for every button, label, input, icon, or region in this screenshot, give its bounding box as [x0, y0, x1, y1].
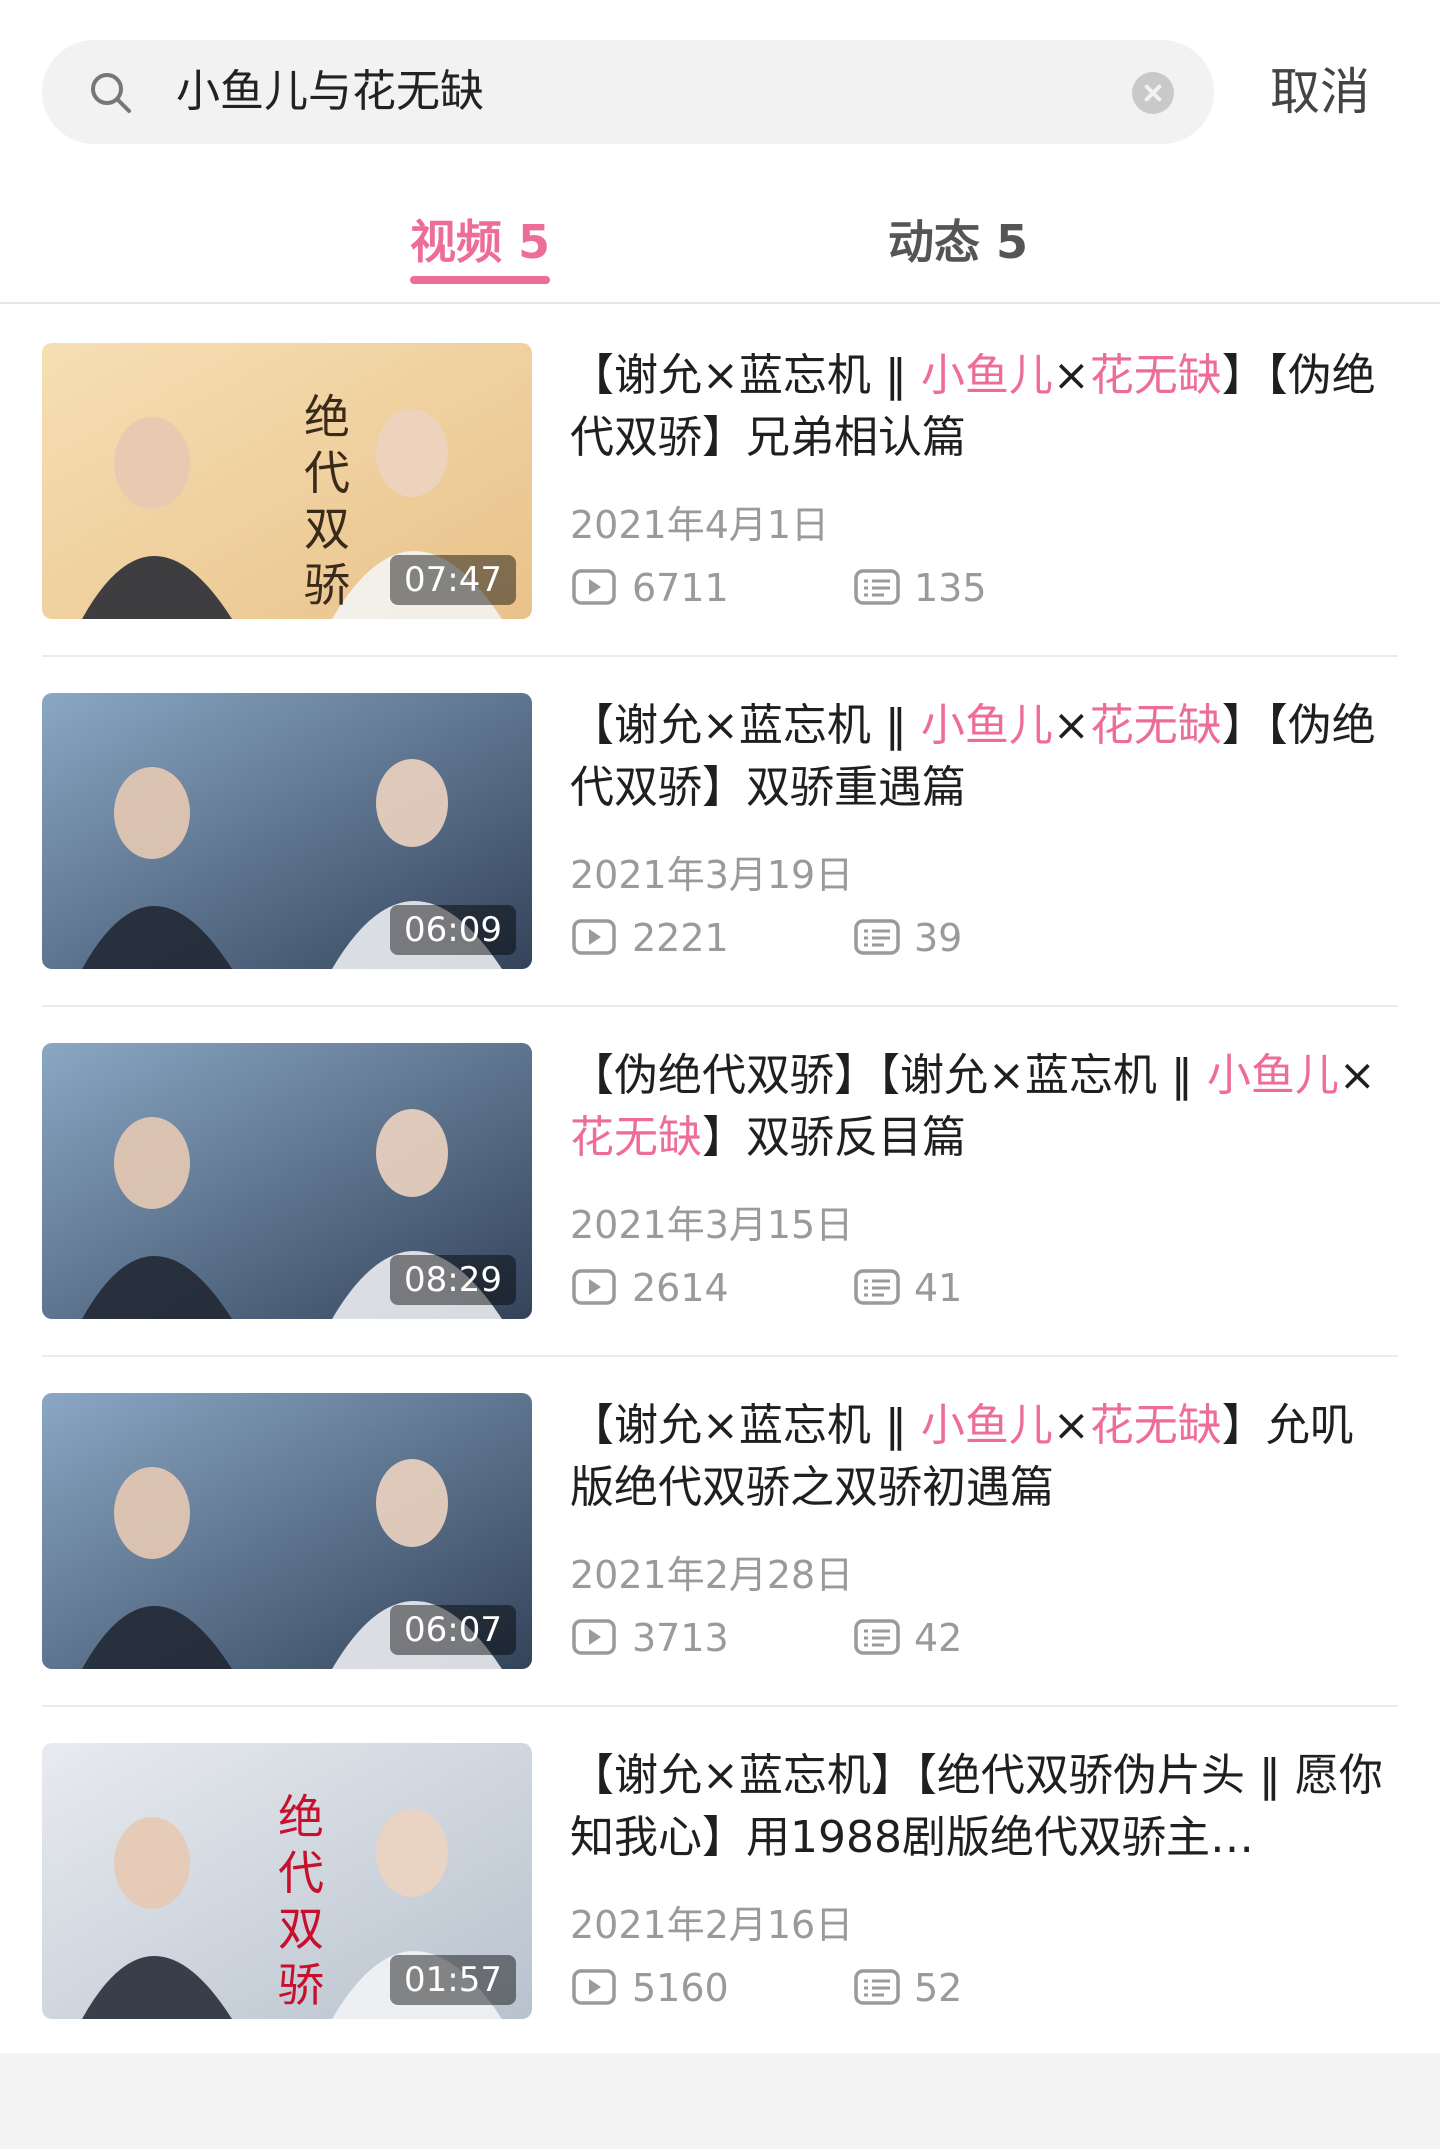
upload-date: 2021年2月28日 — [570, 1553, 854, 1597]
title-text: 【谢允×蓝忘机】【绝代双骄伪片头 ‖ 愿你知我心】用1988剧版绝代双骄主… — [570, 1750, 1383, 1863]
title-highlight: 小鱼儿 — [920, 700, 1053, 751]
upload-date: 2021年3月19日 — [570, 853, 854, 897]
comment-count-icon — [854, 1269, 900, 1305]
title-text: 【谢允×蓝忘机 ‖ — [570, 1400, 921, 1451]
play-count-value: 2614 — [632, 1266, 729, 1310]
title-text: 】双骄反目篇 — [702, 1112, 966, 1163]
title-highlight: 花无缺 — [1089, 1400, 1222, 1451]
play-count-value: 5160 — [632, 1966, 729, 2010]
play-count-value: 2221 — [632, 916, 729, 960]
video-duration: 06:09 — [390, 905, 516, 955]
video-duration: 01:57 — [390, 1955, 516, 2005]
title-text: 【伪绝代双骄】【谢允×蓝忘机 ‖ — [570, 1050, 1207, 1101]
video-duration: 06:07 — [390, 1605, 516, 1655]
title-text: 【谢允×蓝忘机 ‖ — [570, 700, 921, 751]
comment-count-icon — [854, 919, 900, 955]
tab-dynamic[interactable]: 动态 5 — [888, 214, 1028, 270]
video-thumbnail[interactable]: 绝代双骄 07:47 — [42, 343, 532, 619]
play-count-value: 3713 — [632, 1616, 729, 1660]
video-thumbnail[interactable]: 06:07 — [42, 1393, 532, 1669]
title-highlight: 小鱼儿 — [920, 1400, 1053, 1451]
upload-date: 2021年4月1日 — [570, 503, 830, 547]
title-text: 【谢允×蓝忘机 ‖ — [570, 350, 921, 401]
play-count-icon — [572, 569, 616, 605]
upload-date: 2021年3月15日 — [570, 1203, 854, 1247]
video-item[interactable]: 06:09 【谢允×蓝忘机 ‖ 小鱼儿×花无缺】【伪绝代双骄】双骄重遇篇 202… — [0, 693, 1440, 1043]
video-thumbnail[interactable]: 06:09 — [42, 693, 532, 969]
play-count-value: 6711 — [632, 566, 729, 610]
video-item[interactable]: 06:07 【谢允×蓝忘机 ‖ 小鱼儿×花无缺】允叽版绝代双骄之双骄初遇篇 20… — [0, 1393, 1440, 1743]
comment-count-value: 135 — [914, 566, 987, 610]
title-highlight: 花无缺 — [1089, 350, 1222, 401]
search-results-page: 小鱼儿与花无缺 取消 视频 5 动态 5 绝代双骄 07:47 【谢允×蓝忘机 … — [0, 0, 1440, 2149]
tab-divider — [0, 302, 1440, 304]
title-text: × — [1338, 1050, 1376, 1101]
video-title[interactable]: 【谢允×蓝忘机 ‖ 小鱼儿×花无缺】允叽版绝代双骄之双骄初遇篇 — [570, 1395, 1390, 1519]
video-title[interactable]: 【谢允×蓝忘机】【绝代双骄伪片头 ‖ 愿你知我心】用1988剧版绝代双骄主… — [570, 1745, 1390, 1869]
video-title[interactable]: 【谢允×蓝忘机 ‖ 小鱼儿×花无缺】【伪绝代双骄】双骄重遇篇 — [570, 695, 1390, 819]
item-divider — [42, 1355, 1398, 1357]
play-count-icon — [572, 919, 616, 955]
tab-video[interactable]: 视频 5 — [410, 214, 550, 270]
tab-active-indicator — [410, 276, 550, 284]
play-count-icon — [572, 1969, 616, 2005]
item-divider — [42, 655, 1398, 657]
search-icon — [91, 73, 131, 113]
comment-count-value: 52 — [914, 1966, 963, 2010]
upload-date: 2021年2月16日 — [570, 1903, 854, 1947]
comment-count-icon — [854, 1619, 900, 1655]
video-item[interactable]: 08:29 【伪绝代双骄】【谢允×蓝忘机 ‖ 小鱼儿× 花无缺】双骄反目篇 202… — [0, 1043, 1440, 1393]
video-title[interactable]: 【伪绝代双骄】【谢允×蓝忘机 ‖ 小鱼儿× 花无缺】双骄反目篇 — [570, 1045, 1390, 1169]
video-duration: 07:47 — [390, 555, 516, 605]
search-bar[interactable]: 小鱼儿与花无缺 — [42, 40, 1214, 144]
video-thumbnail[interactable]: 08:29 — [42, 1043, 532, 1319]
comment-count-value: 39 — [914, 916, 963, 960]
video-title[interactable]: 【谢允×蓝忘机 ‖ 小鱼儿×花无缺】【伪绝代双骄】兄弟相认篇 — [570, 345, 1390, 469]
cancel-button[interactable]: 取消 — [1270, 62, 1370, 122]
title-highlight: 小鱼儿 — [920, 350, 1053, 401]
title-highlight: 小鱼儿 — [1206, 1050, 1339, 1101]
comment-count-icon — [854, 1969, 900, 2005]
comment-count-value: 42 — [914, 1616, 963, 1660]
video-duration: 08:29 — [390, 1255, 516, 1305]
search-input[interactable]: 小鱼儿与花无缺 — [176, 66, 484, 118]
item-divider — [42, 1005, 1398, 1007]
title-text: × — [1052, 350, 1090, 401]
video-item[interactable]: 绝代双骄 01:57 【谢允×蓝忘机】【绝代双骄伪片头 ‖ 愿你知我心】用198… — [0, 1743, 1440, 2093]
title-text: × — [1052, 700, 1090, 751]
play-count-icon — [572, 1619, 616, 1655]
title-highlight: 花无缺 — [1089, 700, 1222, 751]
title-text: × — [1052, 1400, 1090, 1451]
clear-icon[interactable] — [1132, 72, 1174, 114]
content-area: 小鱼儿与花无缺 取消 视频 5 动态 5 绝代双骄 07:47 【谢允×蓝忘机 … — [0, 0, 1440, 2053]
play-count-icon — [572, 1269, 616, 1305]
video-thumbnail[interactable]: 绝代双骄 01:57 — [42, 1743, 532, 2019]
video-item[interactable]: 绝代双骄 07:47 【谢允×蓝忘机 ‖ 小鱼儿×花无缺】【伪绝代双骄】兄弟相认… — [0, 343, 1440, 693]
comment-count-value: 41 — [914, 1266, 963, 1310]
item-divider — [42, 1705, 1398, 1707]
comment-count-icon — [854, 569, 900, 605]
title-highlight: 花无缺 — [570, 1112, 702, 1163]
